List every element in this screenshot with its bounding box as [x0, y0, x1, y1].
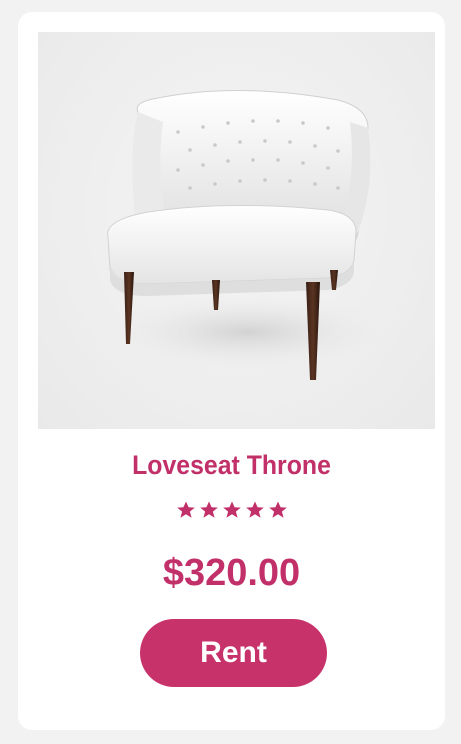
- armchair-image: [98, 90, 398, 380]
- star-icon: [222, 501, 241, 518]
- product-card: Loveseat Throne $320.00 Rent: [18, 12, 445, 730]
- star-rating: [18, 500, 445, 520]
- star-icon: [199, 501, 218, 518]
- star-icon: [268, 501, 287, 518]
- product-image: [38, 32, 435, 429]
- product-title: Loveseat Throne: [132, 450, 331, 480]
- star-icon: [176, 501, 195, 518]
- rent-button[interactable]: Rent: [140, 619, 327, 687]
- product-price: $320.00: [162, 552, 301, 594]
- star-icon: [245, 501, 264, 518]
